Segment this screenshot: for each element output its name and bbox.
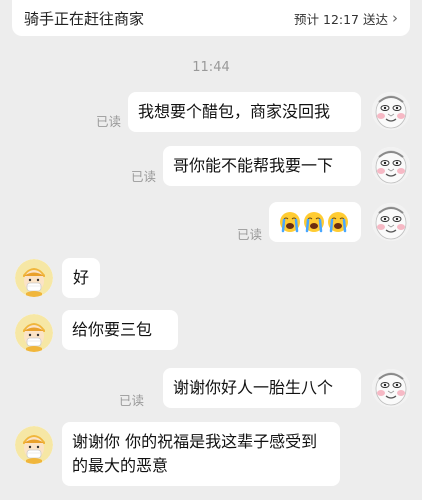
eta-text: 预计 12:17 送达 xyxy=(294,11,388,27)
message-bubble-received[interactable]: 好 xyxy=(62,258,100,298)
meme-face-avatar[interactable] xyxy=(372,147,410,185)
meme-face-avatar[interactable] xyxy=(372,203,410,241)
eta-link[interactable]: 预计 12:17 送达 › xyxy=(294,9,398,28)
message-bubble-received[interactable]: 给你要三包 xyxy=(62,310,178,350)
message-bubble-sent[interactable] xyxy=(269,202,361,242)
read-receipt: 已读 xyxy=(119,393,145,408)
time-divider: 11:44 xyxy=(192,60,230,75)
message-bubble-sent[interactable]: 我想要个醋包，商家没回我 xyxy=(128,92,361,132)
masked-rider-avatar[interactable] xyxy=(15,259,53,297)
meme-face-avatar[interactable] xyxy=(372,369,410,407)
masked-rider-avatar[interactable] xyxy=(15,426,53,464)
emoji-group xyxy=(279,211,351,233)
message-bubble-sent[interactable]: 哥你能不能帮我要一下 xyxy=(163,146,361,186)
message-bubble-sent[interactable]: 谢谢你好人一胎生八个 xyxy=(163,368,361,408)
crying-face-icon xyxy=(327,211,349,233)
crying-face-icon xyxy=(303,211,325,233)
order-status-bar[interactable]: 骑手正在赶往商家 预计 12:17 送达 › xyxy=(12,0,410,36)
read-receipt: 已读 xyxy=(131,169,157,184)
masked-rider-avatar[interactable] xyxy=(15,314,53,352)
meme-face-avatar[interactable] xyxy=(372,92,410,130)
message-bubble-received[interactable]: 谢谢你 你的祝福是我这辈子感受到的最大的恶意 xyxy=(62,422,340,486)
read-receipt: 已读 xyxy=(96,114,122,129)
read-receipt: 已读 xyxy=(237,227,263,242)
chevron-right-icon: › xyxy=(392,9,398,27)
rider-status-text: 骑手正在赶往商家 xyxy=(24,9,145,28)
crying-face-icon xyxy=(279,211,301,233)
